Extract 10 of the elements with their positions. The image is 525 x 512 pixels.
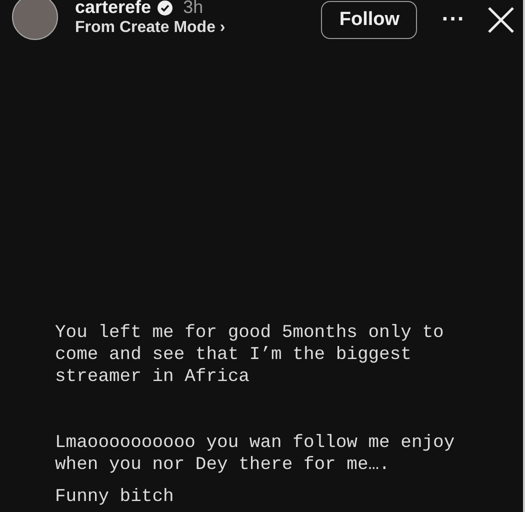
more-button[interactable]: ··· <box>441 8 465 30</box>
story-text: Funny bitch <box>55 486 175 508</box>
post-time: 3h <box>183 0 204 18</box>
username[interactable]: carterefe <box>75 0 152 18</box>
avatar[interactable] <box>12 0 58 40</box>
story-text: Lmaoooooooooo you wan follow me enjoy when you nor Dey there for me…. <box>55 432 456 476</box>
story-text: You left me for good 5months only to come and see that I’m the biggest streamer in Africa <box>55 322 445 388</box>
follow-button[interactable]: Follow <box>321 1 418 39</box>
create-mode-link[interactable]: From Create Mode › <box>75 19 322 37</box>
close-icon[interactable] <box>487 6 515 34</box>
